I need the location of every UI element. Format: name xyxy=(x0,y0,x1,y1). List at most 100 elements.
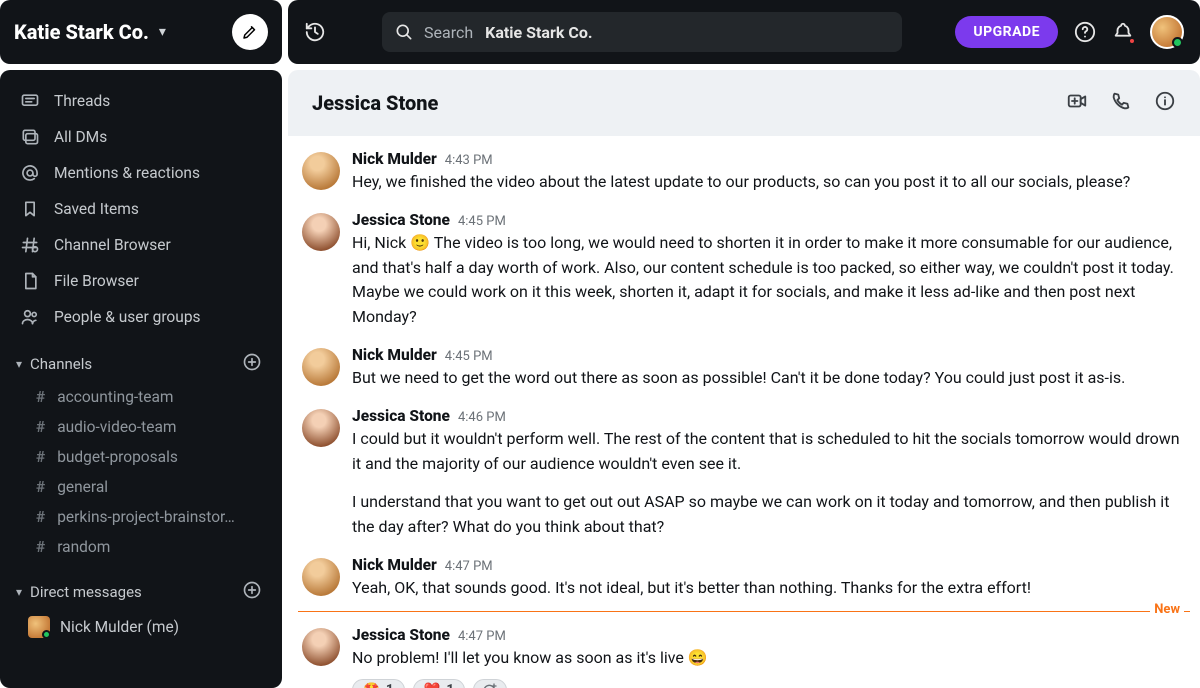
message: Jessica Stone4:45 PMHi, Nick 🙂 The video… xyxy=(298,203,1190,338)
message-text: Hi, Nick 🙂 The video is too long, we wou… xyxy=(352,231,1186,330)
channel-name: perkins-project-brainstor… xyxy=(57,508,235,526)
presence-indicator xyxy=(1172,37,1183,48)
message: Jessica Stone 4:46 PM I could but it would… xyxy=(298,399,1190,548)
messages-list[interactable]: Nick Mulder4:43 PMHey, we finished the v… xyxy=(288,136,1200,688)
workspace-header[interactable]: Katie Stark Co. ▾ xyxy=(0,0,282,64)
message: Jessica Stone4:47 PMNo problem! I'll let… xyxy=(298,618,1190,688)
nav-people[interactable]: People & user groups xyxy=(10,300,272,334)
nav-file-browser[interactable]: File Browser xyxy=(10,264,272,298)
dm-avatar xyxy=(28,616,50,638)
message-time: 4:46 PM xyxy=(458,410,506,425)
dms-section-header[interactable]: ▾ Direct messages xyxy=(10,562,272,610)
channel-item[interactable]: #audio-video-team xyxy=(10,412,272,442)
hash-icon: # xyxy=(36,478,45,496)
presence-indicator xyxy=(42,630,51,639)
upgrade-button[interactable]: UPGRADE xyxy=(955,16,1058,48)
message-time: 4:45 PM xyxy=(445,349,493,364)
nav-label: Saved Items xyxy=(54,200,139,218)
reaction-emoji: 🤩 xyxy=(363,682,380,688)
help-icon xyxy=(1074,21,1096,43)
message-author[interactable]: Nick Mulder xyxy=(352,556,437,574)
top-bar: Search Katie Stark Co. UPGRADE xyxy=(288,0,1200,64)
search-icon xyxy=(394,22,414,42)
message: Nick Mulder4:43 PMHey, we finished the v… xyxy=(298,142,1190,203)
at-icon xyxy=(20,163,40,183)
people-icon xyxy=(20,307,40,327)
dm-item[interactable]: Nick Mulder (me) xyxy=(10,610,272,644)
add-reaction-button[interactable] xyxy=(473,679,507,688)
message-avatar[interactable] xyxy=(302,409,340,447)
reaction-pill[interactable]: 🤩1 xyxy=(352,679,405,688)
message-author[interactable]: Jessica Stone xyxy=(352,626,450,644)
add-dm-button[interactable] xyxy=(242,580,262,604)
channel-name: accounting-team xyxy=(57,388,173,406)
dms-icon xyxy=(20,127,40,147)
help-button[interactable] xyxy=(1074,21,1096,43)
hash-icon: # xyxy=(36,508,45,526)
section-title: Direct messages xyxy=(30,583,142,601)
nav-threads[interactable]: Threads xyxy=(10,84,272,118)
hash-icon: # xyxy=(36,418,45,436)
message-avatar[interactable] xyxy=(302,628,340,666)
workspace-name: Katie Stark Co. xyxy=(14,20,149,44)
nav-mentions[interactable]: Mentions & reactions xyxy=(10,156,272,190)
reaction-count: 1 xyxy=(446,682,454,688)
reaction-pill[interactable]: ❤️1 xyxy=(413,679,466,688)
info-button[interactable] xyxy=(1154,90,1176,116)
channels-section-header[interactable]: ▾ Channels xyxy=(10,334,272,382)
search-input[interactable]: Search Katie Stark Co. xyxy=(382,12,902,52)
user-avatar[interactable] xyxy=(1150,15,1184,49)
call-button[interactable] xyxy=(1110,90,1132,116)
pencil-icon xyxy=(241,23,259,41)
message-avatar[interactable] xyxy=(302,558,340,596)
channel-item[interactable]: # random xyxy=(10,532,272,562)
activity-button[interactable] xyxy=(1112,21,1134,43)
nav-channel-browser[interactable]: Channel Browser xyxy=(10,228,272,262)
message: Nick Mulder4:45 PMBut we need to get the… xyxy=(298,338,1190,399)
nav-all-dms[interactable]: All DMs xyxy=(10,120,272,154)
channel-item[interactable]: # accounting-team xyxy=(10,382,272,412)
message-avatar[interactable] xyxy=(302,348,340,386)
message-avatar[interactable] xyxy=(302,152,340,190)
plus-circle-icon xyxy=(242,352,262,372)
channel-name: general xyxy=(57,478,108,496)
dm-label: Nick Mulder (me) xyxy=(60,618,179,636)
nav-label: All DMs xyxy=(54,128,107,146)
message: Nick Mulder4:47 PMYeah, OK, that sounds … xyxy=(298,548,1190,609)
nav-label: People & user groups xyxy=(54,308,201,326)
message-text: No problem! I'll let you know as soon as… xyxy=(352,646,1186,671)
chevron-down-icon: ▾ xyxy=(16,357,22,371)
conversation-header: Jessica Stone xyxy=(288,70,1200,136)
message-avatar[interactable] xyxy=(302,213,340,251)
channel-item[interactable]: #budget-proposals xyxy=(10,442,272,472)
hash-icon: # xyxy=(36,538,45,556)
section-title: Channels xyxy=(30,355,92,373)
conversation-title[interactable]: Jessica Stone xyxy=(312,91,438,115)
nav-saved[interactable]: Saved Items xyxy=(10,192,272,226)
nav-label: Threads xyxy=(54,92,110,110)
history-button[interactable] xyxy=(304,21,326,43)
message-time: 4:43 PM xyxy=(445,153,493,168)
threads-icon xyxy=(20,91,40,111)
channels-list: # accounting-team #audio-video-team#budget… xyxy=(10,382,272,562)
message-author[interactable]: Jessica Stone xyxy=(352,407,450,425)
file-icon xyxy=(20,271,40,291)
history-icon xyxy=(304,21,326,43)
channel-name: random xyxy=(57,538,110,556)
compose-button[interactable] xyxy=(232,14,268,50)
message-text: I could but it wouldn't perform well. Th… xyxy=(352,427,1186,540)
message-author[interactable]: Nick Mulder xyxy=(352,150,437,168)
search-placeholder-prefix: Search xyxy=(424,23,473,42)
message-author[interactable]: Nick Mulder xyxy=(352,346,437,364)
add-video-button[interactable] xyxy=(1066,90,1088,116)
channel-item[interactable]: # general xyxy=(10,472,272,502)
add-channel-button[interactable] xyxy=(242,352,262,376)
chevron-down-icon: ▾ xyxy=(159,24,166,40)
new-messages-divider: New xyxy=(298,611,1190,612)
chevron-down-icon: ▾ xyxy=(16,585,22,599)
message-author[interactable]: Jessica Stone xyxy=(352,211,450,229)
nav-label: Mentions & reactions xyxy=(54,164,200,182)
channel-item[interactable]: # perkins-project-brainstor… xyxy=(10,502,272,532)
hash-icon: # xyxy=(36,388,45,406)
smile-plus-icon xyxy=(482,682,498,688)
